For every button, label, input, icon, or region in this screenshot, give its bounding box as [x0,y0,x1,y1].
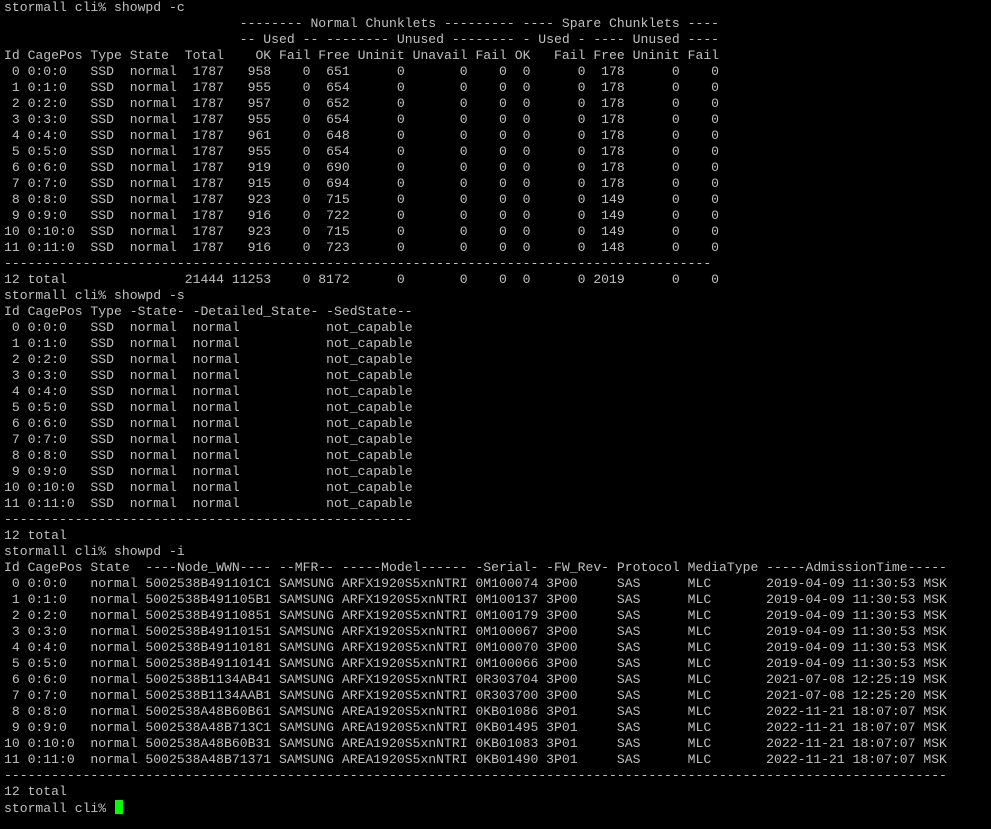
terminal-output-line: 7 0:7:0 SSD normal 1787 915 0 694 0 0 0 … [4,176,720,191]
terminal-output-line: 7 0:7:0 SSD normal normal not_capable [4,432,413,447]
terminal-window[interactable]: stormall cli% showpd -c -------- Normal … [0,0,991,829]
shell-prompt: stormall cli% [4,801,115,816]
terminal-output-line: 4 0:4:0 SSD normal normal not_capable [4,384,413,399]
terminal-output-line: 10 0:10:0 SSD normal normal not_capable [4,480,413,495]
terminal-output-line: ----------------------------------------… [4,256,712,271]
terminal-output-line: 11 0:11:0 SSD normal 1787 916 0 723 0 0 … [4,240,720,255]
terminal-output-line: 6 0:6:0 SSD normal 1787 919 0 690 0 0 0 … [4,160,720,175]
terminal-output-line: 8 0:8:0 SSD normal 1787 923 0 715 0 0 0 … [4,192,720,207]
terminal-output-line: ----------------------------------------… [4,512,413,527]
terminal-output-line: 12 total 21444 11253 0 8172 0 0 0 0 0 20… [4,272,720,287]
terminal-output-line: 1 0:1:0 normal 5002538B491105B1 SAMSUNG … [4,592,947,607]
terminal-output-line: 0 0:0:0 SSD normal 1787 958 0 651 0 0 0 … [4,64,720,79]
terminal-output-line: 2 0:2:0 SSD normal 1787 957 0 652 0 0 0 … [4,96,720,111]
terminal-output-line: 5 0:5:0 SSD normal normal not_capable [4,400,413,415]
terminal-output-line: 5 0:5:0 SSD normal 1787 955 0 654 0 0 0 … [4,144,720,159]
terminal-output-line: 12 total [4,784,67,799]
terminal-output-line: Id CagePos State ----Node_WWN---- --MFR-… [4,560,947,575]
terminal-output-line: 11 0:11:0 SSD normal normal not_capable [4,496,413,511]
terminal-output-line: stormall cli% showpd -i [4,544,185,559]
terminal-output-line: Id CagePos Type -State- -Detailed_State-… [4,304,413,319]
terminal-output-line: 10 0:10:0 SSD normal 1787 923 0 715 0 0 … [4,224,720,239]
terminal-output-line: 6 0:6:0 normal 5002538B1134AB41 SAMSUNG … [4,672,947,687]
prompt-line[interactable]: stormall cli% [4,800,991,816]
terminal-output-line: Id CagePos Type State Total OK Fail Free… [4,48,720,63]
terminal-output-line: 8 0:8:0 SSD normal normal not_capable [4,448,413,463]
terminal-output-line: 2 0:2:0 SSD normal normal not_capable [4,352,413,367]
terminal-output-line: 6 0:6:0 SSD normal normal not_capable [4,416,413,431]
terminal-output-line: 4 0:4:0 SSD normal 1787 961 0 648 0 0 0 … [4,128,720,143]
terminal-output-line: -------- Normal Chunklets --------- ----… [4,16,720,31]
terminal-output-line: -- Used -- -------- Unused -------- - Us… [4,32,720,47]
terminal-output-line: 9 0:9:0 SSD normal normal not_capable [4,464,413,479]
terminal-output-line: 4 0:4:0 normal 5002538B49110181 SAMSUNG … [4,640,947,655]
text-cursor [115,800,124,814]
terminal-output-line: 5 0:5:0 normal 5002538B49110141 SAMSUNG … [4,656,947,671]
terminal-output-line: 10 0:10:0 normal 5002538A48B60B31 SAMSUN… [4,736,947,751]
terminal-output-line: 9 0:9:0 normal 5002538A48B713C1 SAMSUNG … [4,720,947,735]
terminal-output-line: 3 0:3:0 normal 5002538B49110151 SAMSUNG … [4,624,947,639]
terminal-output-line: ----------------------------------------… [4,768,947,783]
terminal-output-line: 8 0:8:0 normal 5002538A48B60B61 SAMSUNG … [4,704,947,719]
terminal-output-line: 3 0:3:0 SSD normal 1787 955 0 654 0 0 0 … [4,112,720,127]
terminal-output-line: 7 0:7:0 normal 5002538B1134AAB1 SAMSUNG … [4,688,947,703]
terminal-output-line: 11 0:11:0 normal 5002538A48B71371 SAMSUN… [4,752,947,767]
terminal-output-line: 1 0:1:0 SSD normal normal not_capable [4,336,413,351]
terminal-output-line: 2 0:2:0 normal 5002538B49110851 SAMSUNG … [4,608,947,623]
terminal-output-line: 12 total [4,528,67,543]
terminal-output-line: stormall cli% showpd -s [4,288,185,303]
terminal-output-line: 3 0:3:0 SSD normal normal not_capable [4,368,413,383]
terminal-output: stormall cli% showpd -c -------- Normal … [4,0,991,800]
terminal-output-line: 0 0:0:0 normal 5002538B491101C1 SAMSUNG … [4,576,947,591]
terminal-output-line: 0 0:0:0 SSD normal normal not_capable [4,320,413,335]
terminal-output-line: 1 0:1:0 SSD normal 1787 955 0 654 0 0 0 … [4,80,720,95]
terminal-output-line: 9 0:9:0 SSD normal 1787 916 0 722 0 0 0 … [4,208,720,223]
terminal-output-line: stormall cli% showpd -c [4,0,185,15]
